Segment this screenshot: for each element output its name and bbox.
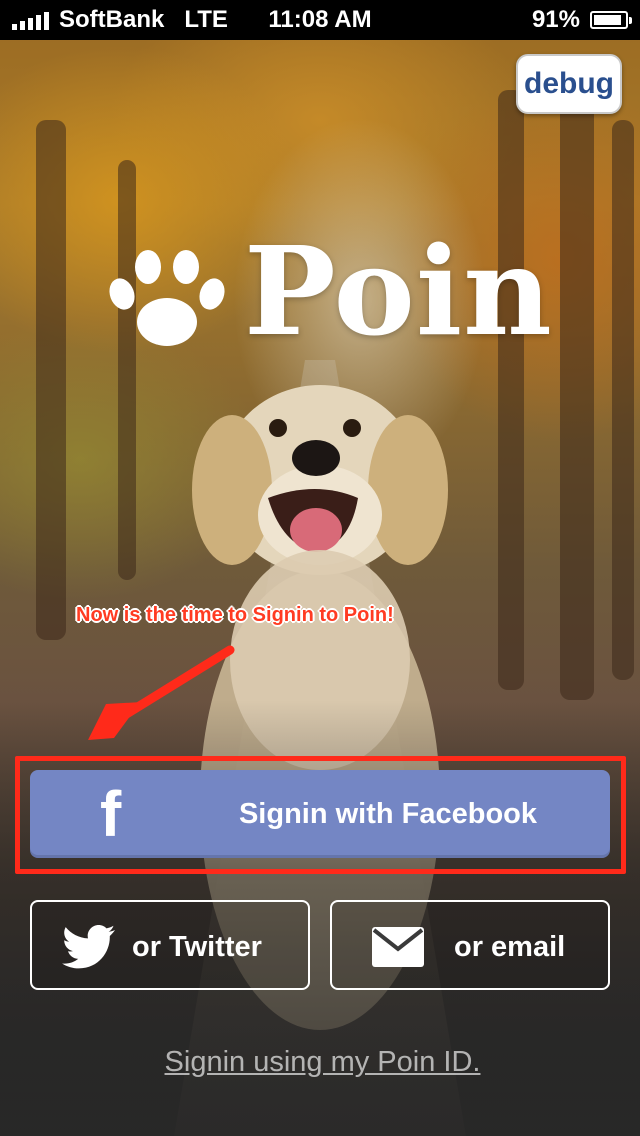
- email-signin-label: or email: [454, 931, 566, 963]
- envelope-icon: [372, 927, 424, 967]
- annotation-highlight-box: [15, 756, 626, 874]
- network-type: LTE: [184, 6, 228, 33]
- annotation-arrow-icon: [88, 645, 235, 740]
- battery-percent: 91%: [531, 6, 580, 33]
- debug-button[interactable]: debug: [516, 54, 622, 114]
- status-bar: SoftBank LTE 11:08 AM 91%: [0, 0, 640, 40]
- twitter-signin-button[interactable]: or Twitter: [30, 900, 310, 990]
- twitter-bird-icon: [62, 925, 115, 969]
- signal-strength-icon: [12, 10, 49, 30]
- logo-text: Poin: [244, 219, 553, 363]
- email-signin-button[interactable]: or email: [330, 900, 610, 990]
- status-left: SoftBank LTE: [12, 6, 228, 34]
- twitter-signin-label: or Twitter: [132, 931, 262, 963]
- app-logo: Poin: [108, 224, 552, 360]
- annotation-text: Now is the time to Signin to Poin!: [76, 604, 394, 626]
- poin-id-signin-link[interactable]: Signin using my Poin ID.: [0, 1046, 640, 1079]
- carrier-name: SoftBank: [59, 6, 165, 33]
- paw-icon: [109, 250, 225, 346]
- battery-icon: [590, 11, 632, 29]
